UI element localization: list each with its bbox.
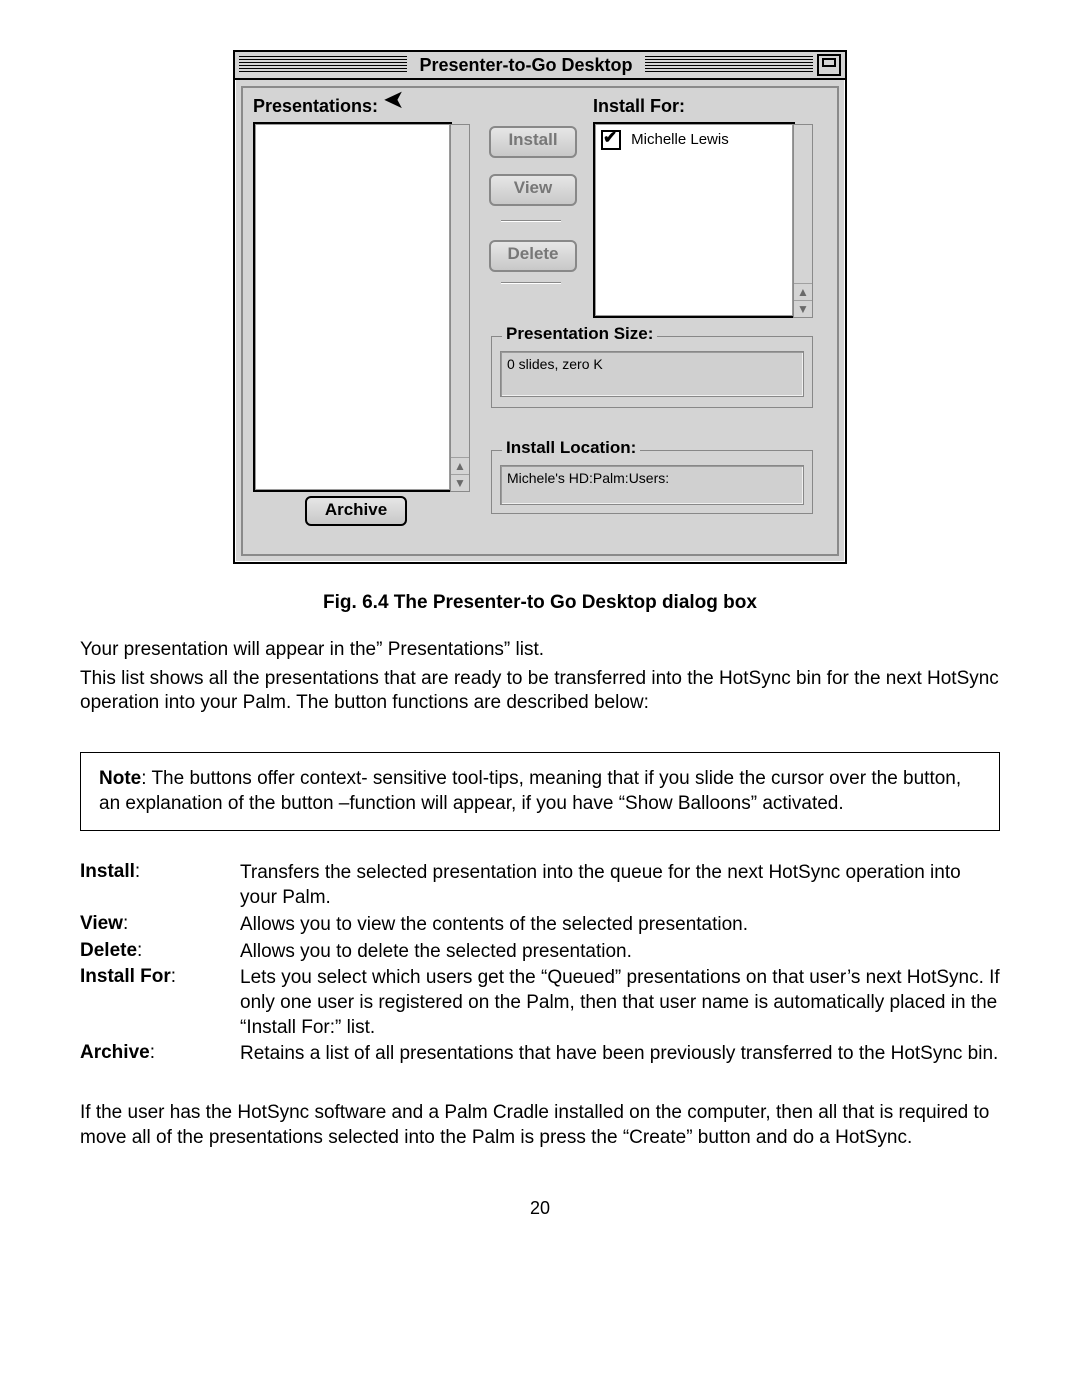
button-definitions: Install: Transfers the selected presenta… — [80, 861, 1000, 1067]
window-title: Presenter-to-Go Desktop — [411, 55, 640, 76]
install-for-listbox[interactable]: Michelle Lewis ▲ ▼ — [593, 122, 795, 318]
install-location-value: Michele's HD:Palm:Users: — [500, 465, 804, 505]
dialog-body: ➤ Presentations: Install For: ▲ ▼ Michel… — [241, 86, 839, 556]
install-for-user-name: Michelle Lewis — [631, 131, 729, 148]
checkbox-checked-icon[interactable] — [601, 130, 621, 150]
scroll-up-icon[interactable]: ▲ — [794, 283, 812, 300]
delete-button[interactable]: Delete — [489, 240, 577, 272]
term-install-for: Install For — [80, 966, 171, 987]
page-number: 20 — [80, 1198, 1000, 1219]
collapse-box-icon[interactable] — [817, 54, 841, 76]
scroll-down-icon[interactable]: ▼ — [794, 300, 812, 317]
desc-view: Allows you to view the contents of the s… — [240, 913, 1000, 938]
definition-row: Install: Transfers the selected presenta… — [80, 861, 1000, 910]
desc-archive: Retains a list of all presentations that… — [240, 1042, 1000, 1067]
presentations-label: Presentations: — [253, 96, 378, 117]
figure-caption: Fig. 6.4 The Presenter-to Go Desktop dia… — [80, 592, 1000, 614]
definition-row: Archive: Retains a list of all presentat… — [80, 1042, 1000, 1067]
definition-row: Delete: Allows you to delete the selecte… — [80, 940, 1000, 965]
definition-row: View: Allows you to view the contents of… — [80, 913, 1000, 938]
presentation-size-label: Presentation Size: — [502, 324, 657, 344]
presentation-size-group: Presentation Size: 0 slides, zero K — [491, 336, 813, 408]
presentations-listbox[interactable]: ▲ ▼ — [253, 122, 452, 492]
install-for-label: Install For: — [593, 96, 685, 117]
term-install: Install — [80, 861, 135, 882]
note-label: Note — [99, 768, 141, 789]
install-for-scrollbar[interactable]: ▲ ▼ — [793, 124, 813, 318]
presenter-to-go-dialog: Presenter-to-Go Desktop ➤ Presentations:… — [233, 50, 847, 564]
scroll-up-icon[interactable]: ▲ — [451, 457, 469, 474]
desc-delete: Allows you to delete the selected presen… — [240, 940, 1000, 965]
titlebar-stripes-left — [239, 56, 407, 74]
view-button[interactable]: View — [489, 174, 577, 206]
presentations-scrollbar[interactable]: ▲ ▼ — [450, 124, 470, 492]
install-button[interactable]: Install — [489, 126, 577, 158]
cursor-arrow-icon: ➤ — [383, 84, 405, 115]
body-paragraph: Your presentation will appear in the” Pr… — [80, 638, 1000, 663]
note-box: Note: The buttons offer context- sensiti… — [80, 752, 1000, 831]
install-location-label: Install Location: — [502, 438, 640, 458]
separator — [501, 282, 561, 284]
archive-button[interactable]: Archive — [305, 496, 407, 526]
separator — [501, 220, 561, 222]
install-for-user-row[interactable]: Michelle Lewis — [601, 130, 729, 150]
term-delete: Delete — [80, 940, 137, 961]
term-view: View — [80, 913, 123, 934]
definition-row: Install For: Lets you select which users… — [80, 966, 1000, 1040]
install-location-group: Install Location: Michele's HD:Palm:User… — [491, 450, 813, 514]
titlebar-stripes-right — [645, 56, 813, 74]
closing-paragraph: If the user has the HotSync software and… — [80, 1101, 1000, 1150]
presentation-size-value: 0 slides, zero K — [500, 351, 804, 397]
titlebar[interactable]: Presenter-to-Go Desktop — [235, 52, 845, 80]
scroll-down-icon[interactable]: ▼ — [451, 474, 469, 491]
body-paragraph: This list shows all the presentations th… — [80, 667, 1000, 716]
note-body: : The buttons offer context- sensitive t… — [99, 768, 961, 814]
desc-install: Transfers the selected presentation into… — [240, 861, 1000, 910]
term-archive: Archive — [80, 1042, 150, 1063]
desc-install-for: Lets you select which users get the “Que… — [240, 966, 1000, 1040]
